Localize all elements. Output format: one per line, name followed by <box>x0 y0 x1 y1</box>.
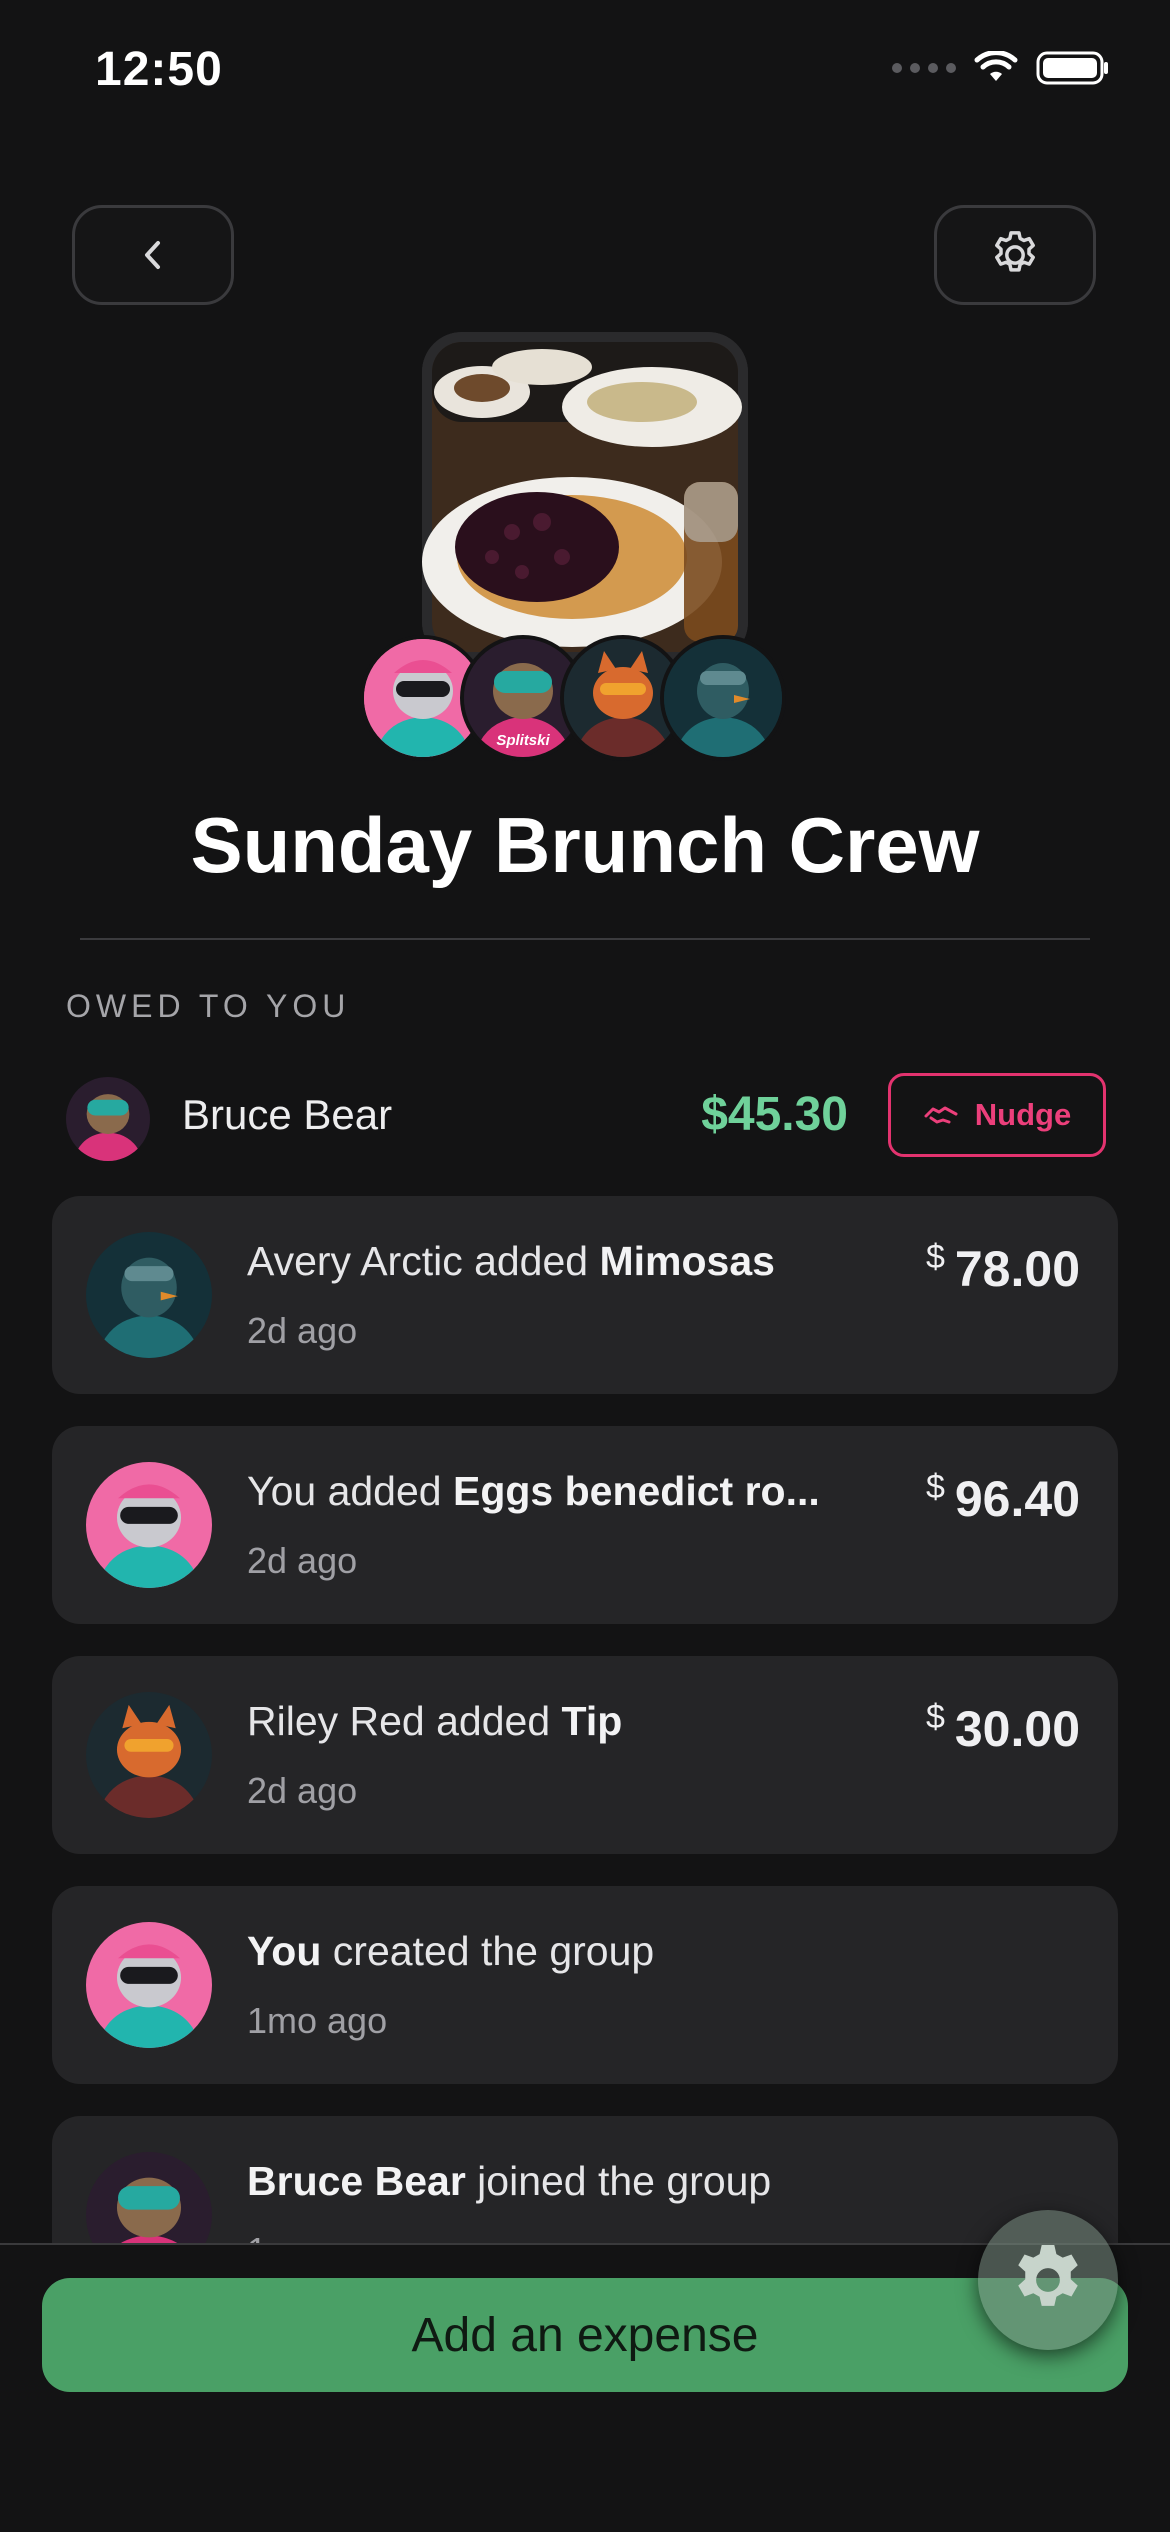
owed-row[interactable]: Bruce Bear $45.30 Nudge <box>66 1073 1106 1163</box>
penguin-avatar-icon <box>86 1232 212 1358</box>
activity-avatar <box>86 1462 212 1588</box>
raccoon-avatar-icon <box>86 1922 212 2048</box>
activity-time: 2d ago <box>247 1310 358 1351</box>
avatar-label: Splitski <box>496 732 550 749</box>
add-expense-button[interactable]: Add an expense <box>42 2278 1128 2392</box>
gear-icon <box>995 231 1035 272</box>
activity-card[interactable]: You created the group 1mo ago <box>52 1886 1118 2084</box>
fox-avatar-icon <box>86 1692 212 1818</box>
brunch-photo <box>422 332 748 662</box>
divider <box>80 938 1090 940</box>
activity-amount: $96.40 <box>925 1468 1080 1527</box>
bear-avatar-icon <box>66 1077 150 1161</box>
handshake-icon <box>924 1106 958 1124</box>
nudge-button[interactable]: Nudge <box>888 1073 1106 1157</box>
chevron-left-icon <box>145 241 160 269</box>
activity-card[interactable]: Avery Arctic added Mimosas 2d ago $78.00 <box>52 1196 1118 1394</box>
group-settings-button[interactable] <box>934 205 1096 305</box>
activity-card[interactable]: Riley Red added Tip 2d ago $30.00 <box>52 1656 1118 1854</box>
penguin-avatar-icon <box>664 639 782 757</box>
battery-icon <box>1036 51 1108 85</box>
activity-amount: $78.00 <box>925 1238 1080 1297</box>
member-avatars[interactable]: Splitski <box>360 635 790 761</box>
activity-text: Avery Arctic added Mimosas <box>247 1238 775 1284</box>
activity-text: Bruce Bear joined the group <box>247 2158 772 2204</box>
nudge-label: Nudge <box>974 1097 1072 1132</box>
group-title: Sunday Brunch Crew <box>190 801 980 889</box>
owed-amount: $45.30 <box>701 1088 848 1141</box>
activity-amount: $30.00 <box>925 1698 1080 1757</box>
activity-text: You added Eggs benedict ro... <box>247 1468 820 1514</box>
cellular-signal-icon <box>892 63 956 73</box>
owed-person-name: Bruce Bear <box>182 1091 393 1138</box>
activity-avatar <box>86 1692 212 1818</box>
gear-icon <box>1018 2245 1078 2306</box>
activity-card[interactable]: You added Eggs benedict ro... 2d ago $96… <box>52 1426 1118 1624</box>
activity-time: 2d ago <box>247 1540 358 1581</box>
wifi-icon <box>974 51 1018 81</box>
status-icons <box>892 50 1110 86</box>
activity-time: 1mo ago <box>247 2000 388 2041</box>
owed-section-label: OWED TO YOU <box>66 988 351 1024</box>
group-cover-image[interactable] <box>422 332 748 662</box>
back-button[interactable] <box>72 205 234 305</box>
activity-avatar <box>86 1922 212 2048</box>
activity-avatar <box>86 1232 212 1358</box>
floating-settings-button[interactable] <box>978 2210 1118 2350</box>
activity-text: You created the group <box>247 1928 655 1974</box>
raccoon-avatar-icon <box>86 1462 212 1588</box>
owed-avatar <box>66 1077 150 1161</box>
activity-text: Riley Red added Tip <box>247 1698 623 1744</box>
status-time: 12:50 <box>95 43 223 96</box>
avatar-avery-arctic <box>660 635 786 761</box>
activity-time: 2d ago <box>247 1770 358 1811</box>
